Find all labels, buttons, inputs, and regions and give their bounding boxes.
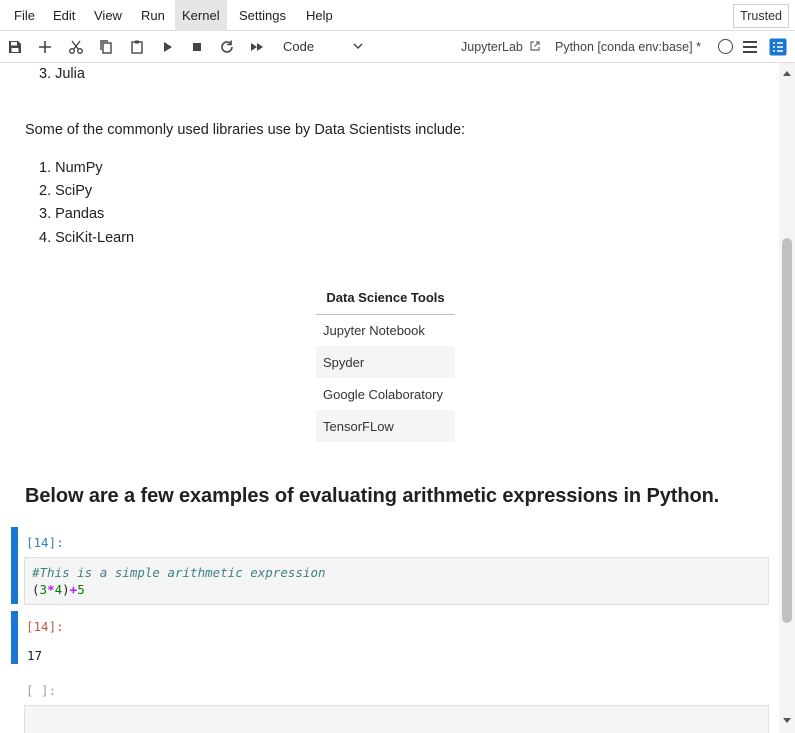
list-item: 4. SciKit-Learn [39, 230, 135, 246]
code-token: * [47, 582, 55, 597]
menu-kernel[interactable]: Kernel [175, 0, 227, 31]
menu-run[interactable]: Run [134, 0, 172, 31]
save-button[interactable] [5, 37, 25, 57]
clipboard-icon [131, 40, 143, 54]
notebook-toolbar: Code JupyterLab Python [conda env:base] … [0, 31, 795, 63]
table-cell: TensorFLow [316, 410, 455, 442]
output-collapser[interactable] [11, 611, 18, 664]
menu-lines-icon[interactable] [741, 38, 759, 56]
trusted-indicator[interactable]: Trusted [733, 4, 789, 28]
code-token: ) [62, 582, 70, 597]
table-cell: Google Colaboratory [323, 386, 443, 402]
scroll-up-arrow-icon[interactable] [782, 69, 792, 77]
input-prompt: [14]: [26, 535, 64, 550]
kernel-name[interactable]: Python [conda env:base] * [555, 37, 701, 57]
scroll-down-arrow-icon[interactable] [782, 717, 792, 725]
code-token: 4 [54, 582, 63, 597]
restart-kernel-button[interactable] [217, 37, 237, 57]
active-cell-indicator [11, 527, 18, 604]
scrollbar-thumb[interactable] [782, 238, 792, 623]
empty-cell-prompt: [ ]: [26, 683, 57, 698]
menu-bar: File Edit View Run Kernel Settings Help … [0, 0, 795, 31]
list-item: 3. Julia [39, 66, 85, 82]
stop-icon [193, 43, 201, 51]
notebook-panel[interactable]: 3. Julia Some of the commonly used libra… [0, 63, 779, 733]
plus-icon [39, 41, 51, 53]
section-heading: Below are a few examples of evaluating a… [25, 485, 720, 507]
insert-cell-button[interactable] [35, 37, 55, 57]
code-editor[interactable]: #This is a simple arithmetic expression … [24, 557, 769, 605]
list-item: 1. NumPy [39, 160, 103, 176]
scissors-icon [69, 40, 83, 54]
run-cell-button[interactable] [157, 37, 177, 57]
empty-code-editor[interactable] [24, 705, 769, 733]
property-inspector-icon[interactable] [769, 38, 787, 56]
code-token: 5 [77, 582, 85, 597]
menu-settings[interactable]: Settings [232, 0, 293, 31]
play-icon [164, 42, 172, 52]
table-header: Data Science Tools [316, 282, 455, 315]
list-item: 2. SciPy [39, 183, 93, 199]
jupyterlab-label: JupyterLab [461, 40, 523, 54]
save-icon [9, 41, 21, 53]
table-cell: Spyder [316, 346, 455, 378]
vertical-scrollbar[interactable] [779, 63, 795, 733]
output-text: 17 [27, 648, 43, 663]
restart-run-all-button[interactable] [247, 37, 267, 57]
table-cell: Jupyter Notebook [323, 322, 425, 338]
output-prompt: [14]: [26, 619, 64, 634]
external-link-icon [530, 41, 540, 51]
jupyterlab-link[interactable]: JupyterLab [461, 37, 541, 57]
interrupt-kernel-button[interactable] [187, 37, 207, 57]
menu-file[interactable]: File [7, 0, 42, 31]
code-comment: #This is a simple arithmetic expression [32, 565, 326, 580]
code-token: 3 [39, 582, 48, 597]
code-token: ( [32, 582, 40, 597]
refresh-icon [221, 40, 233, 53]
data-science-tools-table: Data Science Tools Jupyter Notebook Spyd… [316, 282, 455, 442]
libraries-intro: Some of the commonly used libraries use … [25, 122, 466, 138]
fast-forward-icon [251, 43, 263, 51]
menu-view[interactable]: View [87, 0, 129, 31]
chevron-down-icon [353, 43, 363, 50]
menu-help[interactable]: Help [299, 0, 340, 31]
kernel-status-icon [718, 39, 733, 54]
copy-icon [100, 40, 112, 54]
code-line: (3*4)+5 [32, 581, 761, 598]
cut-button[interactable] [66, 37, 86, 57]
menu-edit[interactable]: Edit [46, 0, 82, 31]
list-item: 3. Pandas [39, 206, 105, 222]
copy-button[interactable] [96, 37, 116, 57]
paste-button[interactable] [127, 37, 147, 57]
